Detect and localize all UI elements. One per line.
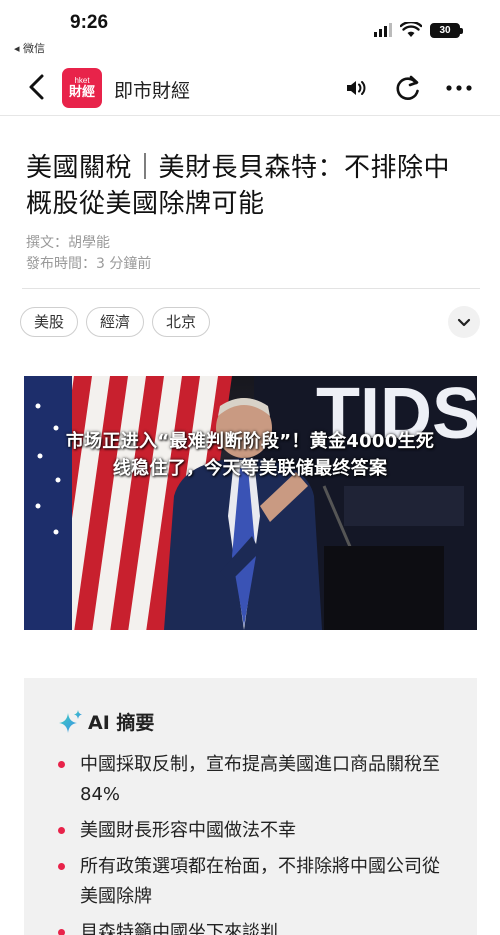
wifi-icon	[400, 22, 422, 37]
bullet-dot	[58, 863, 65, 870]
bullet-dot	[58, 827, 65, 834]
logo-line1: hket	[74, 76, 90, 85]
summary-item: 所有政策選項都在枱面，不排除將中國公司從美國除牌	[54, 852, 454, 912]
article-meta: 撰文：胡學能 發布時間：3 分鐘前	[26, 233, 151, 275]
ai-summary-card: AI 摘要 中國採取反制，宣布提高美國進口商品關稅至84% 美國財長形容中國做法…	[24, 678, 477, 935]
summary-item-text: 貝森特籲中國坐下來談判	[80, 922, 278, 935]
summary-item: 中國採取反制，宣布提高美國進口商品關稅至84%	[54, 750, 454, 810]
article-author: 撰文：胡學能	[26, 235, 110, 251]
chevron-left-icon[interactable]	[24, 72, 50, 102]
more-icon[interactable]	[444, 74, 474, 102]
summary-item: 貝森特籲中國坐下來談判	[54, 918, 454, 935]
summary-item: 美國財長形容中國做法不幸	[54, 816, 454, 846]
tag-chip[interactable]: 北京	[152, 307, 211, 337]
tag-chip[interactable]: 美股	[20, 307, 79, 337]
status-icons: 30	[374, 22, 463, 38]
speaker-icon[interactable]	[344, 76, 370, 100]
ai-summary-title: AI 摘要	[88, 712, 155, 734]
ai-summary-list: 中國採取反制，宣布提高美國進口商品關稅至84% 美國財長形容中國做法不幸 所有政…	[54, 750, 454, 935]
status-bar: 9:26 ◂ 微信 30	[0, 0, 500, 58]
hero-image[interactable]: TIDS	[24, 376, 477, 630]
logo-line2: 財經	[68, 85, 95, 100]
battery-icon: 30	[430, 22, 463, 38]
bullet-dot	[58, 929, 65, 935]
article-headline: 美國關稅｜美財長貝森特：不排除中概股從美國除牌可能	[26, 153, 451, 219]
tag-list: 美股 經濟 北京	[20, 307, 211, 337]
summary-item-text: 美國財長形容中國做法不幸	[80, 820, 296, 841]
article-published-time: 發布時間：3 分鐘前	[26, 256, 152, 272]
battery-level: 30	[439, 24, 451, 36]
header-divider	[22, 288, 480, 289]
expand-tags-button[interactable]	[448, 306, 480, 338]
summary-item-text: 中國採取反制，宣布提高美國進口商品關稅至84%	[80, 754, 440, 805]
overlay-caption[interactable]: 市场正进入“最难判断阶段”！黄金4000生死线稳住了，今天等美联储最终答案	[0, 428, 500, 482]
app-logo: hket 財經	[62, 68, 102, 108]
sparkle-icon	[59, 709, 82, 733]
chevron-down-icon	[457, 318, 471, 327]
back-to-app-link[interactable]: ◂ 微信	[14, 40, 45, 56]
summary-item-text: 所有政策選項都在枱面，不排除將中國公司從美國除牌	[80, 856, 440, 907]
bullet-dot	[58, 761, 65, 768]
status-time: 9:26	[70, 12, 109, 33]
signal-icon	[374, 23, 392, 37]
hero-photo: TIDS	[24, 376, 477, 630]
nav-bar: hket 財經 即市財經	[0, 60, 500, 116]
ai-summary-header: AI 摘要	[58, 708, 154, 735]
tag-chip[interactable]: 經濟	[86, 307, 145, 337]
channel-title: 即市財經	[114, 80, 191, 102]
refresh-icon[interactable]	[394, 74, 422, 102]
